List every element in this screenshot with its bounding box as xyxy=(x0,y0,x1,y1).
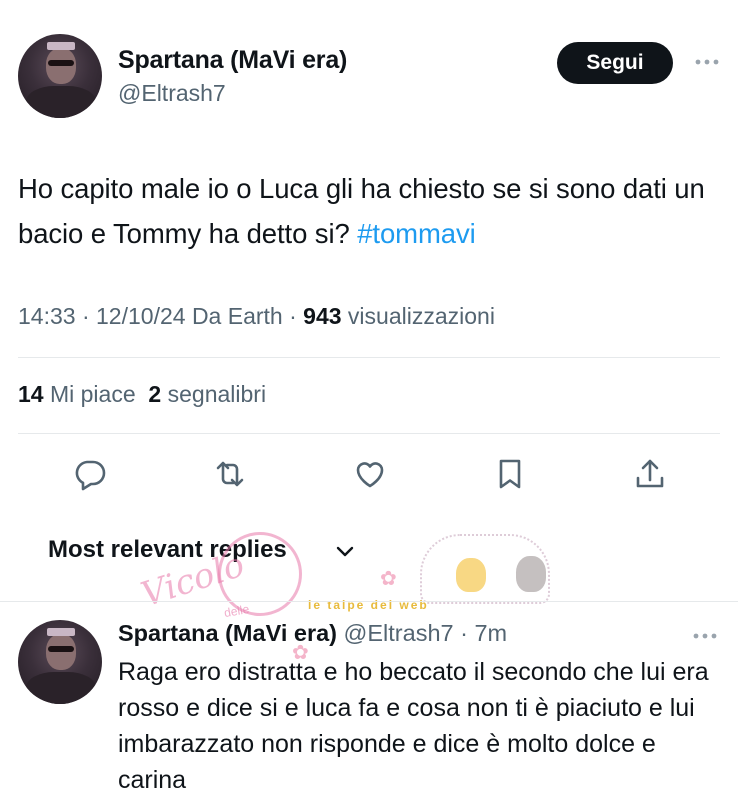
watermark-figure xyxy=(456,558,486,592)
reply-author-handle[interactable]: @Eltrash7 xyxy=(344,620,454,646)
more-options-icon[interactable] xyxy=(692,626,718,646)
likes-label: Mi piace xyxy=(49,381,136,407)
follow-button[interactable]: Segui xyxy=(557,42,673,84)
divider xyxy=(18,357,720,358)
bookmark-icon[interactable] xyxy=(492,456,528,492)
reply-time[interactable]: 7m xyxy=(474,620,507,646)
divider xyxy=(0,601,738,602)
tweet-meta: 14:33 · 12/10/24 Da Earth · 943 visualiz… xyxy=(18,303,495,329)
retweet-icon[interactable] xyxy=(212,456,248,492)
like-icon[interactable] xyxy=(352,456,388,492)
tweet-stats: 14 Mi piace 2 segnalibri xyxy=(18,381,266,408)
reply-header: Spartana (MaVi era) @Eltrash7 · 7m xyxy=(118,620,507,647)
share-icon[interactable] xyxy=(632,456,668,492)
watermark-small: delle xyxy=(222,601,251,621)
tweet-time[interactable]: 14:33 xyxy=(18,303,76,329)
separator: · xyxy=(453,620,475,646)
chevron-down-icon[interactable] xyxy=(334,542,356,560)
tweet-text: Ho capito male io o Luca gli ha chiesto … xyxy=(18,166,718,256)
watermark-flower-icon: ✿ xyxy=(380,568,397,590)
tweet-header: Spartana (MaVi era) @Eltrash7 Segui xyxy=(18,34,720,122)
bookmarks-count: 2 xyxy=(148,381,162,407)
divider xyxy=(18,433,720,434)
reply-icon[interactable] xyxy=(72,456,108,492)
views-label: visualizzazioni xyxy=(347,303,495,329)
tweet-date[interactable]: 12/10/24 xyxy=(96,303,186,329)
author-avatar[interactable] xyxy=(18,34,102,118)
bookmarks-stat[interactable]: 2 segnalibri xyxy=(148,381,266,407)
author-name[interactable]: Spartana (MaVi era) xyxy=(118,46,347,75)
more-options-icon[interactable] xyxy=(694,52,720,72)
tweet-source: Da Earth xyxy=(191,303,283,329)
views-count: 943 xyxy=(303,303,342,329)
likes-stat[interactable]: 14 Mi piace xyxy=(18,381,136,407)
watermark-figure xyxy=(516,556,546,592)
reply-author-name[interactable]: Spartana (MaVi era) xyxy=(118,620,337,646)
hashtag-link[interactable]: #tommavi xyxy=(357,218,476,249)
reply-text: Raga ero distratta e ho beccato il secon… xyxy=(118,658,709,794)
action-bar xyxy=(18,450,720,498)
author-handle[interactable]: @Eltrash7 xyxy=(118,80,226,107)
bookmarks-label: segnalibri xyxy=(167,381,267,407)
reply-author-avatar[interactable] xyxy=(18,620,102,704)
likes-count: 14 xyxy=(18,381,44,407)
